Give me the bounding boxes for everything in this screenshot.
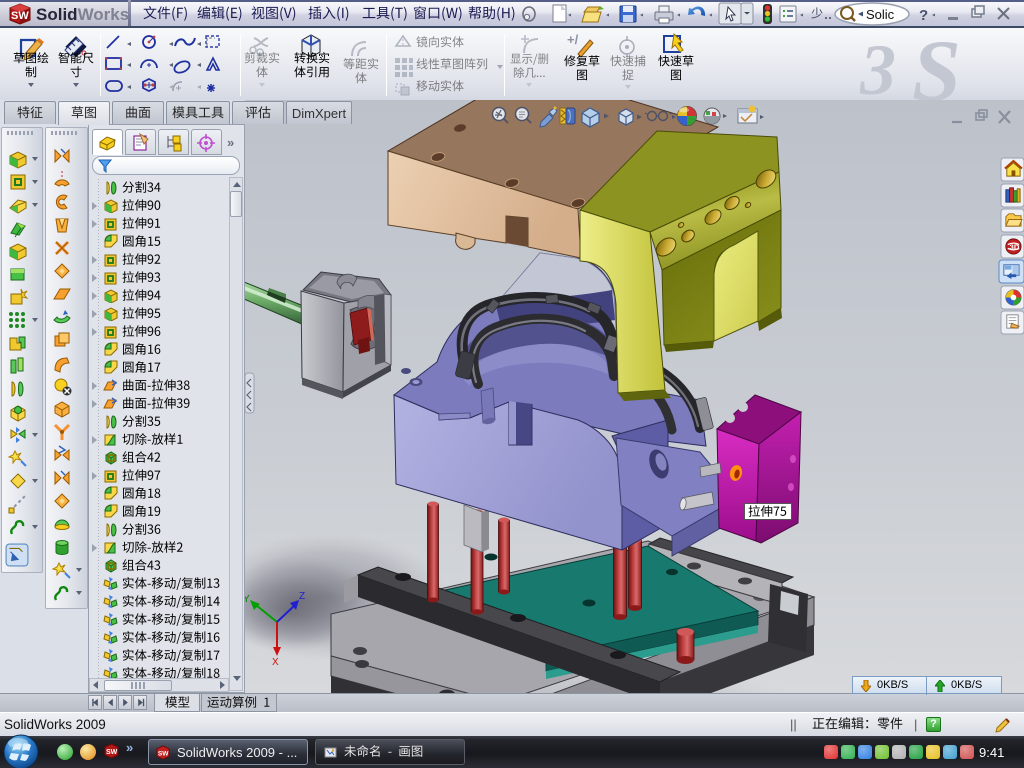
svg-text:SW: SW <box>106 749 118 756</box>
svg-text:S: S <box>912 28 961 100</box>
svg-text:SW: SW <box>158 750 169 757</box>
svg-text:3D: 3D <box>1010 242 1020 251</box>
svg-text:3: 3 <box>860 30 896 100</box>
svg-text:Z: Z <box>299 591 305 602</box>
svg-text:Solic: Solic <box>866 7 895 22</box>
svg-text:X: X <box>272 657 279 668</box>
svg-text:Y: Y <box>245 594 250 605</box>
svg-text:?: ? <box>919 7 928 24</box>
svg-text:SW: SW <box>11 10 29 22</box>
svg-text:+/: +/ <box>567 32 579 47</box>
